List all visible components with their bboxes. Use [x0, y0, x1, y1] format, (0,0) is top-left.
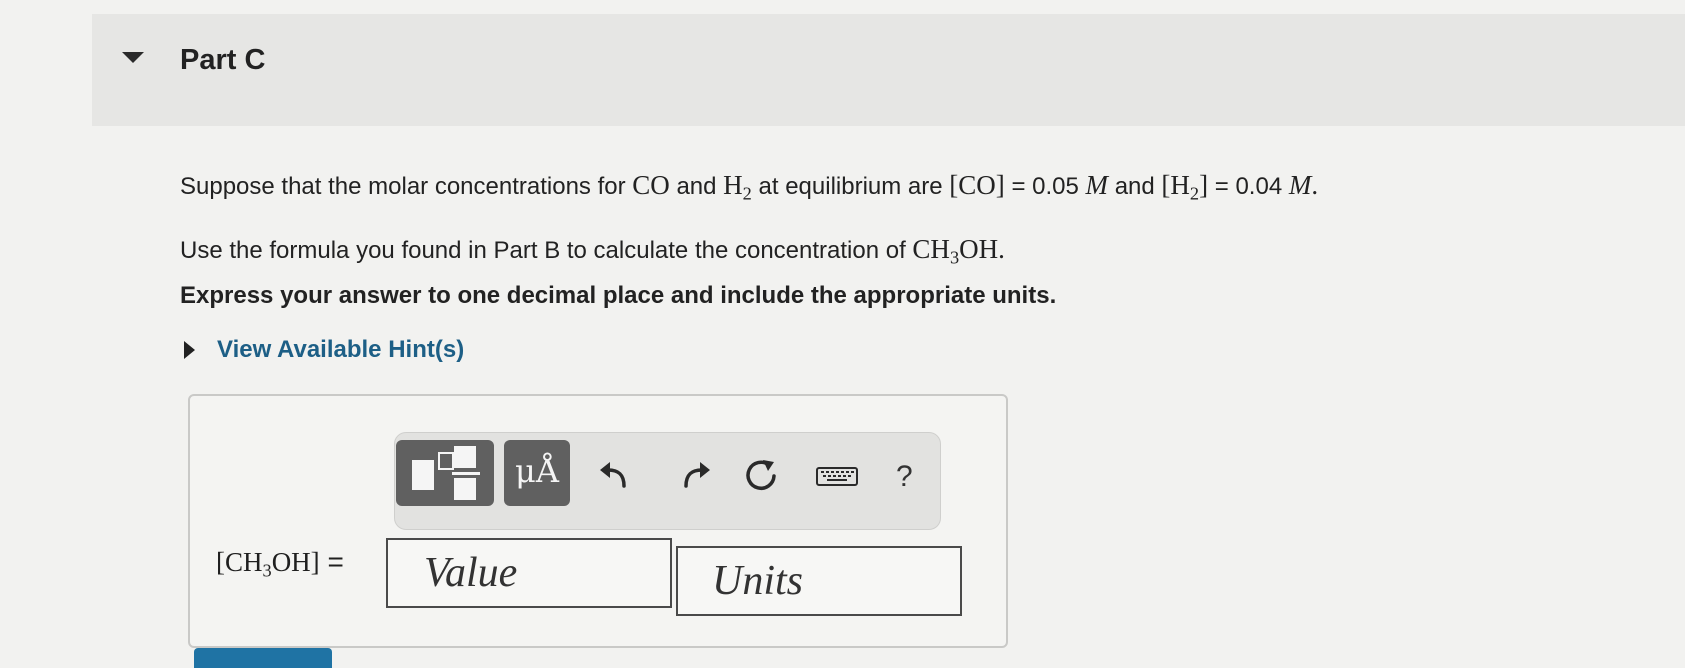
- value-input[interactable]: Value: [386, 538, 672, 608]
- reset-icon[interactable]: [741, 456, 781, 496]
- answer-instruction: Express your answer to one decimal place…: [180, 282, 1057, 309]
- question-line-1: Suppose that the molar concentrations fo…: [180, 170, 1319, 204]
- submit-button[interactable]: [194, 648, 332, 668]
- part-title: Part C: [180, 44, 266, 76]
- expand-arrow-icon: [184, 340, 195, 359]
- answer-variable-label: [CH3OH] =: [216, 546, 344, 581]
- redo-icon[interactable]: [676, 456, 716, 496]
- templates-icon: [412, 460, 434, 490]
- view-hints-toggle[interactable]: View Available Hint(s): [184, 336, 464, 364]
- keyboard-icon[interactable]: [814, 456, 860, 496]
- help-button[interactable]: ?: [896, 460, 913, 494]
- view-hints-link[interactable]: View Available Hint(s): [217, 336, 464, 363]
- question-line-2: Use the formula you found in Part B to c…: [180, 234, 1005, 268]
- undo-icon[interactable]: [594, 456, 634, 496]
- collapse-arrow-icon[interactable]: [122, 52, 144, 63]
- units-label: μÅ: [515, 452, 559, 490]
- units-input[interactable]: Units: [676, 546, 962, 616]
- part-header[interactable]: [92, 14, 1685, 126]
